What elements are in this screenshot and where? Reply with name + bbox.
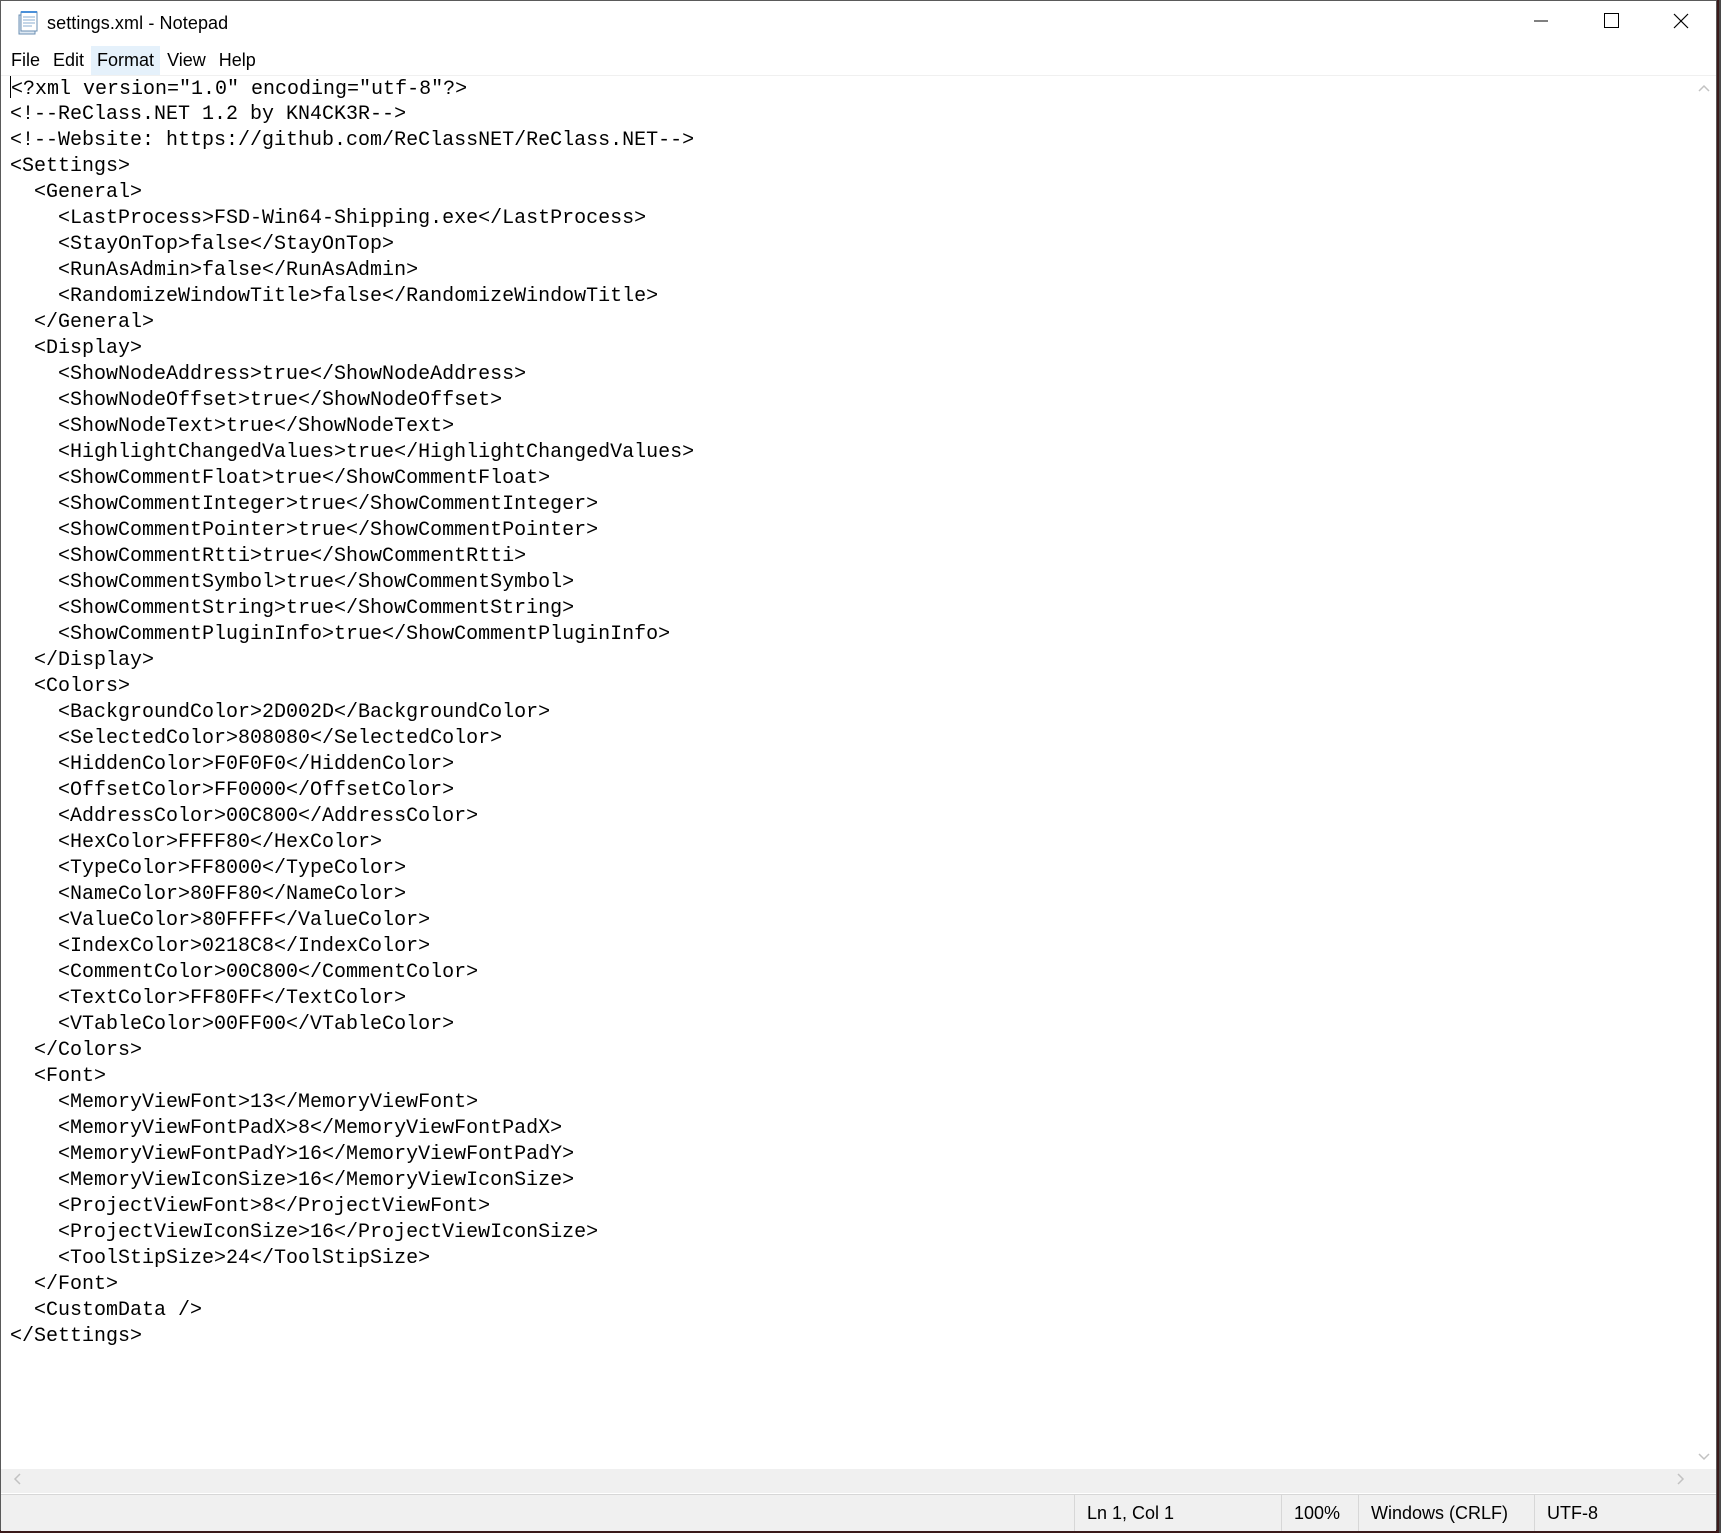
notepad-icon [17,11,39,35]
editor-line: <ValueColor>80FFFF</ValueColor> [10,909,431,932]
editor-line: <HiddenColor>F0F0F0</HiddenColor> [10,753,455,776]
editor-line: <Settings> [10,155,131,178]
editor-line: <ProjectViewIconSize>16</ProjectViewIcon… [10,1221,599,1244]
editor-line: <ShowNodeAddress>true</ShowNodeAddress> [10,363,527,386]
editor-line: <ShowCommentRtti>true</ShowCommentRtti> [10,545,527,568]
editor-line: <ShowNodeOffset>true</ShowNodeOffset> [10,389,503,412]
editor-line: <!--Website: https://github.com/ReClassN… [10,129,695,152]
editor-line: <ProjectViewFont>8</ProjectViewFont> [10,1195,491,1218]
window-title: settings.xml - Notepad [47,12,229,33]
scroll-left-button[interactable] [5,1469,29,1493]
editor-line: </General> [10,311,155,334]
editor-line: <ShowCommentSymbol>true</ShowCommentSymb… [10,571,575,594]
editor-line: <NameColor>80FF80</NameColor> [10,883,407,906]
menu-format[interactable]: Format [91,45,161,75]
maximize-button[interactable] [1576,1,1646,45]
minimize-button[interactable] [1506,1,1576,45]
menu-help[interactable]: Help [213,46,262,75]
editor-line: <BackgroundColor>2D002D</BackgroundColor… [10,701,551,724]
horizontal-scrollbar[interactable] [1,1469,1693,1493]
editor-line: <MemoryViewIconSize>16</MemoryViewIconSi… [10,1169,575,1192]
editor-line: <!--ReClass.NET 1.2 by KN4CK3R--> [10,103,407,126]
editor-line: <RandomizeWindowTitle>false</RandomizeWi… [10,285,659,308]
editor-line: </Display> [10,649,155,672]
chevron-up-icon [1698,79,1710,97]
chevron-left-icon [13,1472,21,1490]
editor-line: </Settings> [10,1325,143,1348]
scrollbar-corner [1692,1469,1716,1493]
scroll-up-button[interactable] [1692,76,1716,100]
scroll-down-button[interactable] [1692,1445,1716,1469]
editor-line: <HexColor>FFFF80</HexColor> [10,831,383,854]
editor-line: <ShowCommentFloat>true</ShowCommentFloat… [10,467,551,490]
editor-line: <CommentColor>00C800</CommentColor> [10,961,479,984]
status-cursor-position: Ln 1, Col 1 [1074,1495,1281,1531]
editor-line: <RunAsAdmin>false</RunAsAdmin> [10,259,419,282]
editor-line: <SelectedColor>808080</SelectedColor> [10,727,503,750]
editor-line: <LastProcess>FSD-Win64-Shipping.exe</Las… [10,207,647,230]
editor-line: <HighlightChangedValues>true</HighlightC… [10,441,695,464]
vertical-scrollbar[interactable] [1692,76,1716,1469]
notepad-window: settings.xml - Notepad File Edit Format … [0,0,1717,1531]
editor-line: <MemoryViewFont>13</MemoryViewFont> [10,1091,479,1114]
menu-bar: File Edit Format View Help [1,45,1716,76]
editor-line: <ShowCommentPluginInfo>true</ShowComment… [10,623,671,646]
editor-line: </Font> [10,1273,119,1296]
editor-line: <CustomData /> [10,1299,203,1322]
editor-line: <MemoryViewFontPadX>8</MemoryViewFontPad… [10,1117,563,1140]
chevron-right-icon [1677,1472,1685,1490]
editor-line: <VTableColor>00FF00</VTableColor> [10,1013,455,1036]
text-caret [10,76,11,98]
editor-line: <ShowCommentString>true</ShowCommentStri… [10,597,575,620]
chevron-down-icon [1698,1448,1710,1466]
scroll-right-button[interactable] [1669,1469,1693,1493]
text-editor[interactable]: <?xml version="1.0" encoding="utf-8"?> <!… [1,76,1693,1469]
editor-line: <TypeColor>FF8000</TypeColor> [10,857,407,880]
title-bar[interactable]: settings.xml - Notepad [1,1,1716,45]
editor-line: <IndexColor>0218C8</IndexColor> [10,935,431,958]
editor-line: <ShowNodeText>true</ShowNodeText> [10,415,455,438]
editor-line: <MemoryViewFontPadY>16</MemoryViewFontPa… [10,1143,575,1166]
close-icon [1673,13,1689,34]
minimize-icon [1534,14,1548,33]
editor-line: <AddressColor>00C800</AddressColor> [10,805,479,828]
editor-line: <TextColor>FF80FF</TextColor> [10,987,407,1010]
editor-line: <OffsetColor>FF0000</OffsetColor> [10,779,455,802]
editor-line: <Display> [10,337,143,360]
editor-line: <ShowCommentInteger>true</ShowCommentInt… [10,493,599,516]
editor-line: <StayOnTop>false</StayOnTop> [10,233,395,256]
editor-line: <ShowCommentPointer>true</ShowCommentPoi… [10,519,599,542]
editor-line: <Colors> [10,675,131,698]
close-button[interactable] [1646,1,1716,45]
status-bar: Ln 1, Col 1 100% Windows (CRLF) UTF-8 [1,1494,1716,1531]
editor-line: <General> [10,181,143,204]
editor-line: </Colors> [10,1039,143,1062]
window-controls [1506,1,1716,45]
editor-line: <?xml version="1.0" encoding="utf-8"?> [10,76,468,101]
menu-view[interactable]: View [161,46,212,75]
status-zoom: 100% [1281,1495,1358,1531]
maximize-icon [1603,13,1619,33]
status-encoding: UTF-8 [1534,1495,1684,1531]
editor-line: <Font> [10,1065,107,1088]
menu-file[interactable]: File [5,46,46,75]
editor-line: <ToolStipSize>24</ToolStipSize> [10,1247,431,1270]
editor-content[interactable]: <?xml version="1.0" encoding="utf-8"?> <!… [1,76,1693,1350]
desktop: settings.xml - Notepad File Edit Format … [0,0,1721,1533]
status-line-ending: Windows (CRLF) [1358,1495,1534,1531]
menu-edit[interactable]: Edit [47,46,90,75]
